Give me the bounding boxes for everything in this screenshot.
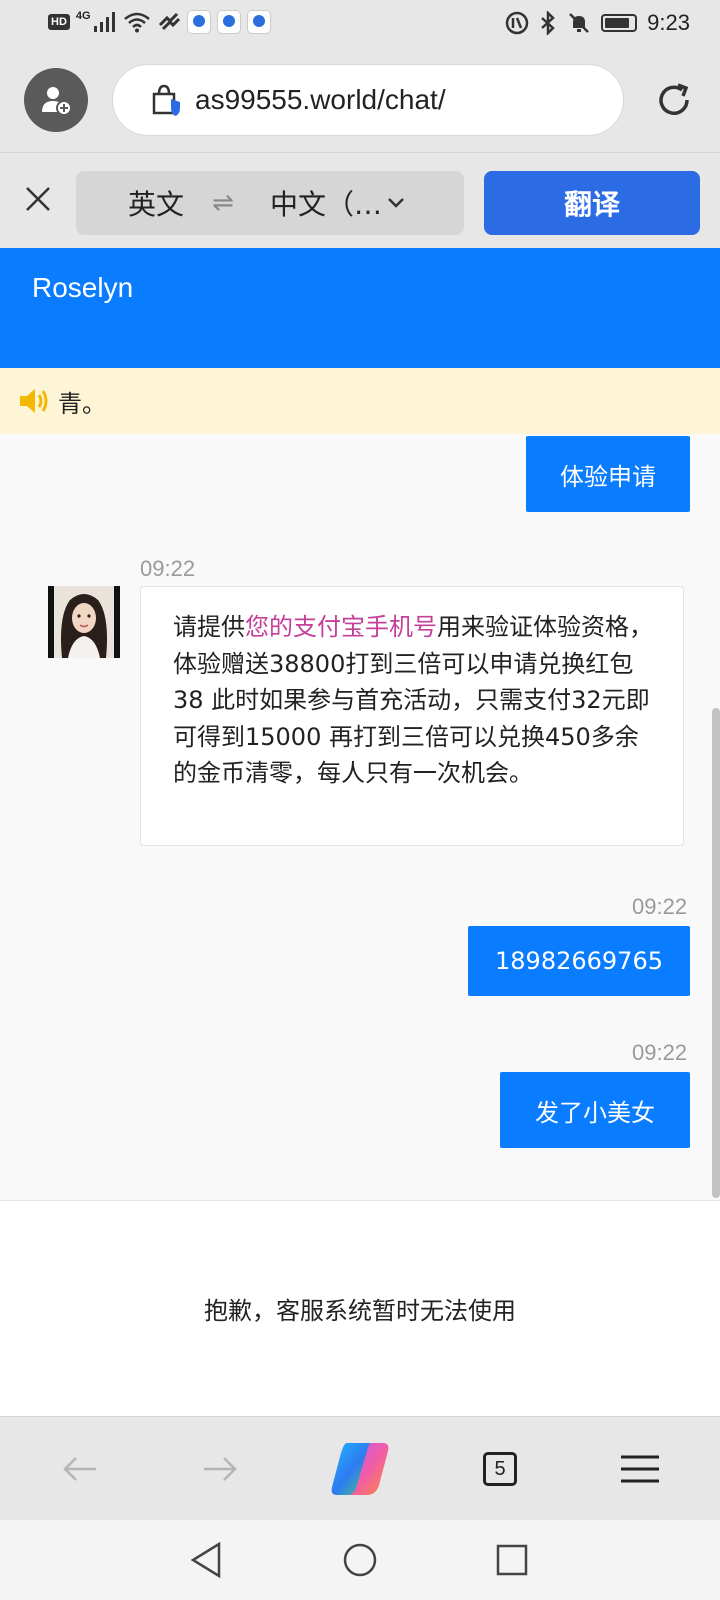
scrollbar[interactable] (712, 708, 720, 1198)
arrow-left-icon (63, 1457, 96, 1481)
arrow-right-icon (204, 1457, 237, 1481)
browser-address-bar: as99555.world/chat/ (0, 48, 720, 152)
message-highlight: 您的支付宝手机号 (245, 613, 437, 641)
mute-bell-icon (569, 13, 590, 33)
browser-toolbar: 5 (0, 1416, 720, 1520)
shopping-bag-shield-icon (152, 84, 180, 116)
browser-notification-icon (246, 10, 271, 34)
back-button[interactable] (52, 1443, 108, 1495)
status-bar: HD 4G 9:23 (0, 0, 720, 48)
language-selector[interactable]: 英文 ⇌ 中文（… (76, 171, 464, 235)
tab-count: 5 (483, 1452, 517, 1486)
outgoing-message: 体验申请 (526, 436, 690, 512)
hamburger-menu-icon (621, 1455, 659, 1483)
status-left-icons: HD 4G (48, 10, 271, 34)
service-unavailable-notice: 抱歉，客服系统暂时无法使用 (0, 1200, 720, 1416)
wifi-icon (123, 12, 150, 33)
message-timestamp: 09:22 (632, 1040, 688, 1065)
nav-back-button[interactable] (184, 1538, 228, 1582)
menu-button[interactable] (612, 1443, 668, 1495)
clock: 9:23 (647, 10, 690, 35)
copilot-icon (331, 1443, 389, 1495)
status-right-icons: 9:23 (505, 10, 690, 36)
translate-bar: 英文 ⇌ 中文（… 翻译 (0, 152, 720, 248)
forward-button[interactable] (192, 1443, 248, 1495)
announcement-bar: 青。 (0, 368, 720, 434)
profile-button[interactable] (24, 68, 88, 132)
nfc-icon (505, 11, 529, 35)
speaker-icon (20, 389, 48, 413)
message-list[interactable]: 体验申请 09:22 请提供您的支付宝手机号用来验证体验资格，体验赠送38800… (0, 434, 720, 1200)
incoming-message: 请提供您的支付宝手机号用来验证体验资格，体验赠送38800打到三倍可以申请兑换红… (140, 586, 684, 846)
chat-header: Roselyn (0, 248, 720, 368)
battery-icon (601, 14, 638, 32)
chevron-down-icon (388, 198, 404, 208)
target-language: 中文（… (270, 188, 383, 221)
nav-home-button[interactable] (338, 1538, 382, 1582)
network-label: 4G (75, 10, 91, 22)
reload-icon (659, 83, 689, 115)
service-unavailable-text: 抱歉，客服系统暂时无法使用 (204, 1297, 516, 1325)
agent-avatar (48, 586, 120, 658)
link-icon (158, 12, 180, 31)
translate-button[interactable]: 翻译 (484, 171, 700, 235)
nav-recents-button[interactable] (490, 1538, 534, 1582)
signal-icon (93, 12, 115, 32)
swap-arrows-icon: ⇌ (212, 188, 234, 218)
message-text: 请提供 (173, 613, 245, 641)
app-notification-icon (186, 10, 211, 34)
close-translate-button[interactable] (20, 181, 56, 217)
square-recents-icon (496, 1544, 528, 1576)
url-field[interactable]: as99555.world/chat/ (112, 64, 624, 136)
message-timestamp: 09:22 (632, 894, 688, 919)
close-icon (26, 187, 50, 211)
circle-home-icon (343, 1543, 377, 1577)
agent-name: Roselyn (32, 272, 134, 303)
outgoing-message: 18982669765 (468, 926, 690, 996)
triangle-back-icon (190, 1541, 221, 1579)
source-language: 英文 (128, 188, 185, 221)
announcement-text: 青。 (58, 389, 106, 418)
bluetooth-icon (541, 11, 555, 35)
app-notification-icon (216, 10, 241, 34)
system-navigation-bar (0, 1520, 720, 1600)
copilot-button[interactable] (324, 1437, 396, 1501)
user-add-icon (42, 87, 72, 116)
hd-badge: HD (48, 14, 70, 30)
url-text: as99555.world/chat/ (195, 84, 446, 115)
outgoing-message: 发了小美女 (500, 1072, 690, 1148)
reload-button[interactable] (652, 78, 696, 122)
tabs-button[interactable]: 5 (472, 1443, 528, 1495)
message-timestamp: 09:22 (140, 556, 196, 581)
